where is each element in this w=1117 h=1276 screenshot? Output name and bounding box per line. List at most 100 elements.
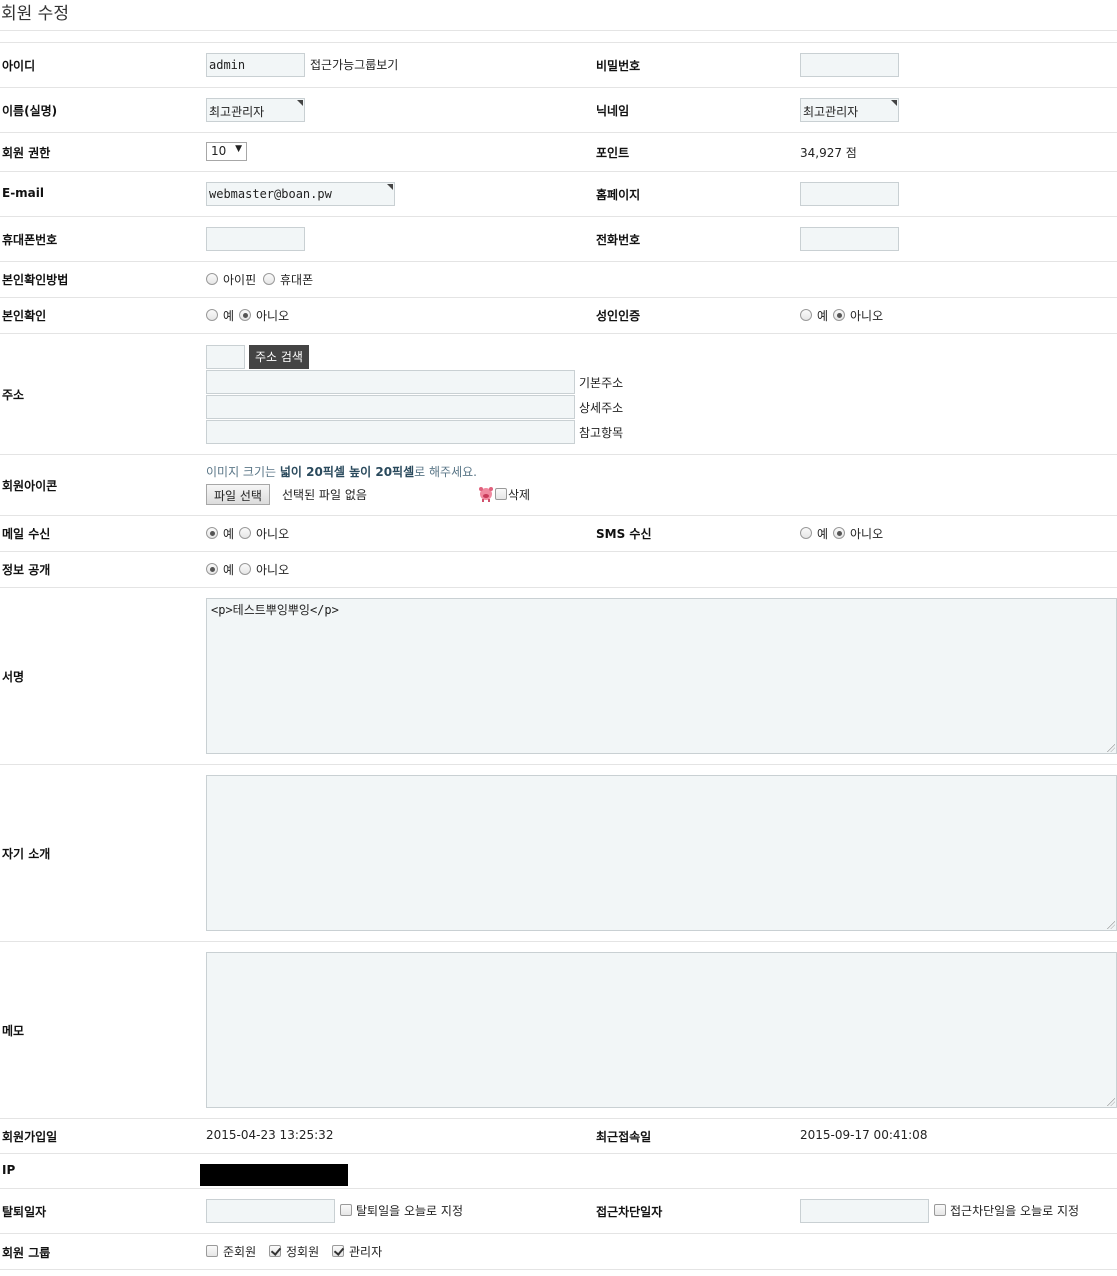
cert-no-label: 아니오 [256, 309, 290, 323]
leave-today-label: 탈퇴일을 오늘로 지정 [356, 1204, 463, 1218]
sms-yes-radio[interactable] [800, 527, 812, 539]
row-divider [0, 764, 1117, 765]
row-divider [0, 1269, 1117, 1270]
signature-textarea[interactable]: <p>테스트뿌잉뿌잉</p> [206, 598, 1117, 754]
signature-text: <p>테스트뿌잉뿌잉</p> [211, 603, 339, 617]
row-divider [0, 551, 1117, 552]
email-input[interactable]: webmaster@boan.pw [206, 182, 395, 206]
mailling-no-radio[interactable] [239, 527, 251, 539]
mailling-label: 메일 수신 [2, 527, 51, 541]
row-divider [0, 515, 1117, 516]
row-divider [0, 216, 1117, 217]
address-label: 주소 [2, 388, 25, 402]
leave-date-label: 탈퇴일자 [2, 1205, 47, 1219]
cert-label: 본인확인 [2, 309, 47, 323]
address-extra-input[interactable] [206, 420, 575, 444]
pig-icon [479, 487, 493, 502]
row-divider [0, 1118, 1117, 1119]
homepage-input[interactable] [800, 182, 899, 206]
ip-redacted-bar [200, 1164, 348, 1186]
group-associate-checkbox[interactable] [206, 1245, 218, 1257]
cert-no-radio[interactable] [239, 309, 251, 321]
address-basic-input[interactable] [206, 370, 575, 394]
mobile-label: 휴대폰번호 [2, 233, 58, 247]
nickname-label: 닉네임 [596, 104, 630, 118]
icon-delete-label: 삭제 [508, 488, 531, 502]
row-divider [0, 87, 1117, 88]
cert-method-ipin-radio[interactable] [206, 273, 218, 285]
mailling-yes-label: 예 [223, 527, 235, 541]
row-divider [0, 297, 1117, 298]
resize-grip-icon[interactable] [1107, 744, 1115, 752]
address-basic-label: 기본주소 [579, 376, 624, 390]
group-associate-label: 준회원 [223, 1245, 257, 1259]
password-label: 비밀번호 [596, 59, 641, 73]
file-select-button[interactable]: 파일 선택 [206, 484, 270, 505]
sms-no-radio[interactable] [833, 527, 845, 539]
leave-date-input[interactable] [206, 1199, 335, 1223]
row-divider [0, 42, 1117, 43]
icon-size-hint: 이미지 크기는 넓이 20픽셀 높이 20픽셀로 해주세요. [206, 465, 477, 479]
memo-textarea[interactable] [206, 952, 1117, 1108]
row-divider [0, 587, 1117, 588]
intercept-today-checkbox[interactable] [934, 1204, 946, 1216]
phone-input[interactable] [800, 227, 899, 251]
password-input[interactable] [800, 53, 899, 77]
title-bar: 회원 수정 [0, 0, 1117, 31]
intercept-date-input[interactable] [800, 1199, 929, 1223]
adult-yes-label: 예 [817, 309, 829, 323]
group-admin-label: 관리자 [349, 1245, 383, 1259]
row-divider [0, 1188, 1117, 1189]
file-status-text: 선택된 파일 없음 [282, 488, 367, 502]
address-detail-input[interactable] [206, 395, 575, 419]
address-search-button[interactable]: 주소 검색 [249, 345, 309, 369]
homepage-label: 홈페이지 [596, 188, 641, 202]
resize-grip-icon[interactable] [1107, 921, 1115, 929]
cert-yes-radio[interactable] [206, 309, 218, 321]
adult-no-label: 아니오 [850, 309, 884, 323]
icon-delete-checkbox[interactable] [495, 488, 507, 500]
name-label: 이름(실명) [2, 104, 58, 118]
memo-label: 메모 [2, 1024, 25, 1038]
adult-label: 성인인증 [596, 309, 641, 323]
mailling-no-label: 아니오 [256, 527, 290, 541]
group-regular-checkbox[interactable] [269, 1245, 281, 1257]
row-divider [0, 132, 1117, 133]
open-yes-radio[interactable] [206, 563, 218, 575]
open-label: 정보 공개 [2, 563, 51, 577]
cert-method-phone-radio[interactable] [263, 273, 275, 285]
row-divider [0, 171, 1117, 172]
sms-yes-label: 예 [817, 527, 829, 541]
row-divider [0, 941, 1117, 942]
adult-yes-radio[interactable] [800, 309, 812, 321]
row-divider [0, 1233, 1117, 1234]
nickname-input[interactable]: 최고관리자 [800, 98, 899, 122]
mobile-input[interactable] [206, 227, 305, 251]
name-input[interactable]: 최고관리자 [206, 98, 305, 122]
group-admin-checkbox[interactable] [332, 1245, 344, 1257]
leave-today-checkbox[interactable] [340, 1204, 352, 1216]
cert-method-ipin-label: 아이핀 [223, 273, 257, 287]
adult-no-radio[interactable] [833, 309, 845, 321]
accessible-groups-link[interactable]: 접근가능그룹보기 [310, 56, 398, 73]
page-title: 회원 수정 [1, 4, 69, 24]
resize-grip-icon[interactable] [1107, 1098, 1115, 1106]
group-label: 회원 그룹 [2, 1246, 51, 1260]
point-value: 34,927 점 [800, 146, 857, 160]
zipcode-input[interactable] [206, 345, 245, 369]
mailling-yes-radio[interactable] [206, 527, 218, 539]
level-select-value: 10 [211, 144, 227, 158]
open-no-radio[interactable] [239, 563, 251, 575]
ip-label: IP [2, 1163, 16, 1177]
id-input[interactable]: admin [206, 53, 305, 77]
row-divider [0, 1153, 1117, 1154]
cert-method-phone-label: 휴대폰 [280, 273, 314, 287]
phone-label: 전화번호 [596, 233, 641, 247]
id-label: 아이디 [2, 59, 36, 73]
row-divider [0, 333, 1117, 334]
level-select[interactable]: 10 ▼ [206, 142, 247, 161]
intercept-date-label: 접근차단일자 [596, 1205, 663, 1219]
sms-label: SMS 수신 [596, 527, 652, 541]
profile-textarea[interactable] [206, 775, 1117, 931]
cert-yes-label: 예 [223, 309, 235, 323]
